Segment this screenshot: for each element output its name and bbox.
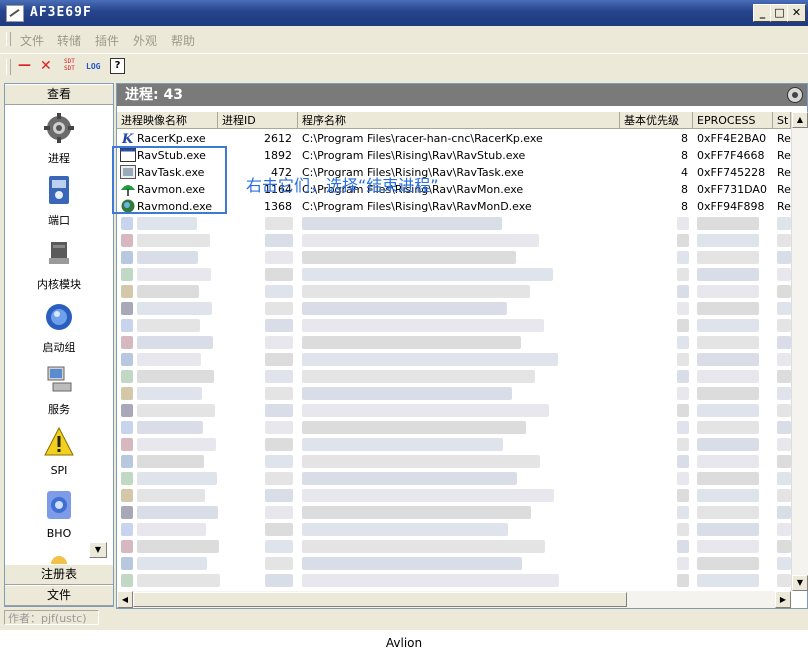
process-eprocess: 0xFF745228: [697, 166, 766, 179]
log-icon[interactable]: LOG: [86, 58, 100, 76]
help-icon[interactable]: ?: [110, 58, 125, 74]
sidebar-item-label: BHO: [46, 527, 72, 540]
sidebar: 查看 进程 端口 内核模块 启动组 服务 SPI BHO ▼ 注册表 文件: [4, 83, 114, 607]
table-row[interactable]: K RacerKp.exe 2612 C:\Program Files\race…: [117, 130, 791, 147]
process-count-header: 进程: 43: [117, 84, 807, 106]
process-priority: 8: [681, 183, 688, 196]
sidebar-item-kernel-modules[interactable]: 内核模块: [5, 238, 113, 292]
toolbar: — ✕ SDT SDT LOG ?: [0, 53, 808, 80]
sidebar-header-registry[interactable]: 注册表: [5, 564, 113, 585]
sidebar-item-label: 进程: [48, 152, 70, 165]
sdt-label-bottom: SDT: [64, 65, 75, 72]
sidebar-item-spi[interactable]: SPI: [5, 426, 113, 477]
scroll-down-icon[interactable]: ▼: [792, 575, 808, 591]
menu-help[interactable]: 帮助: [171, 32, 195, 49]
process-name: RacerKp.exe: [137, 132, 206, 145]
scroll-left-icon[interactable]: ◀: [117, 591, 133, 608]
menu-plugins[interactable]: 插件: [95, 32, 119, 49]
image-caption: Avlion: [385, 636, 423, 650]
column-header-state[interactable]: St: [773, 112, 791, 129]
status-bar: 作者：pjf(ustc): [4, 609, 804, 627]
process-state: Re: [777, 132, 791, 145]
ie-icon: [47, 491, 71, 519]
process-priority: 8: [681, 132, 688, 145]
sdt-icon[interactable]: SDT SDT: [64, 58, 75, 76]
minimize-icon[interactable]: —: [18, 58, 31, 76]
toolbar-grip: [6, 59, 11, 75]
process-state: Re: [777, 183, 791, 196]
sidebar-item-process[interactable]: 进程: [5, 112, 113, 166]
process-id: 1892: [264, 149, 292, 162]
window-title: AF3E69F: [30, 5, 92, 20]
partial-item-icon: [51, 556, 67, 564]
sidebar-item-port[interactable]: 端口: [5, 174, 113, 228]
menu-dump[interactable]: 转储: [57, 32, 81, 49]
sidebar-item-label: 服务: [48, 403, 70, 416]
process-id: 1368: [264, 200, 292, 213]
menu-appearance[interactable]: 外观: [133, 32, 157, 49]
menu-bar: 文件 转储 插件 外观 帮助: [0, 27, 808, 51]
sidebar-item-label: 端口: [48, 214, 70, 227]
author-label: 作者：pjf(ustc): [4, 610, 99, 625]
sidebar-item-label: 启动组: [42, 341, 76, 354]
menu-grip: [6, 32, 11, 46]
column-header-eprocess[interactable]: EPROCESS: [693, 112, 773, 129]
close-button[interactable]: ✕: [787, 4, 806, 22]
kill-icon[interactable]: ✕: [40, 58, 52, 76]
racer-app-icon: K: [121, 132, 134, 145]
process-path: C:\Program Files\racer-han-cnc\RacerKp.e…: [302, 132, 543, 145]
sidebar-item-startup[interactable]: 启动组: [5, 301, 113, 355]
chip-icon: [49, 242, 69, 264]
process-state: Re: [777, 149, 791, 162]
process-eprocess: 0xFF4E2BA0: [697, 132, 767, 145]
column-header-program-name[interactable]: 程序名称: [298, 112, 620, 129]
process-eprocess: 0xFF7F4668: [697, 149, 765, 162]
column-header-pid[interactable]: 进程ID: [218, 112, 298, 129]
horizontal-scrollbar[interactable]: ◀ ▶: [117, 591, 791, 608]
process-priority: 4: [681, 166, 688, 179]
sidebar-item-label: 内核模块: [37, 278, 81, 291]
process-state: Re: [777, 200, 791, 213]
warning-icon: [44, 426, 74, 456]
menu-file[interactable]: 文件: [20, 32, 44, 49]
svg-text:K: K: [121, 132, 134, 145]
sidebar-scroll-down-button[interactable]: ▼: [89, 542, 107, 558]
computer-icon: [47, 366, 72, 392]
app-icon: [6, 5, 24, 22]
process-priority: 8: [681, 149, 688, 162]
settings-icon[interactable]: [787, 87, 803, 103]
process-eprocess: 0xFF94F898: [697, 200, 765, 213]
vertical-scrollbar[interactable]: ▲ ▼: [791, 112, 808, 591]
highlight-box: [112, 146, 227, 214]
network-icon: [49, 176, 69, 204]
process-path: C:\Program Files\Rising\Rav\RavStub.exe: [302, 149, 526, 162]
application-window: AF3E69F _ □ ✕ 文件 转储 插件 外观 帮助 — ✕ SDT SDT…: [0, 0, 808, 630]
process-path: C:\Program Files\Rising\Rav\RavMonD.exe: [302, 200, 532, 213]
sidebar-item-services[interactable]: 服务: [5, 363, 113, 417]
process-id: 2612: [264, 132, 292, 145]
sidebar-item-bho[interactable]: BHO: [5, 489, 113, 540]
sidebar-item-label: SPI: [50, 464, 68, 477]
scroll-right-icon[interactable]: ▶: [775, 591, 791, 608]
sidebar-header-view[interactable]: 查看: [5, 84, 113, 105]
globe-icon: [46, 304, 72, 330]
process-state: Re: [777, 166, 791, 179]
column-header-image-name[interactable]: 进程映像名称: [117, 112, 218, 129]
sidebar-header-files[interactable]: 文件: [5, 585, 113, 606]
process-count: 进程: 43: [125, 87, 183, 103]
gear-icon: [44, 113, 74, 143]
horizontal-scroll-thumb[interactable]: [133, 592, 627, 607]
scroll-up-icon[interactable]: ▲: [792, 112, 808, 128]
process-priority: 8: [681, 200, 688, 213]
process-eprocess: 0xFF731DA0: [697, 183, 767, 196]
column-header-priority[interactable]: 基本优先级: [620, 112, 693, 129]
sdt-label-top: SDT: [64, 58, 75, 65]
title-bar: AF3E69F _ □ ✕: [0, 0, 808, 26]
annotation-text: 右击它们，选择“结束进程”: [246, 176, 439, 195]
